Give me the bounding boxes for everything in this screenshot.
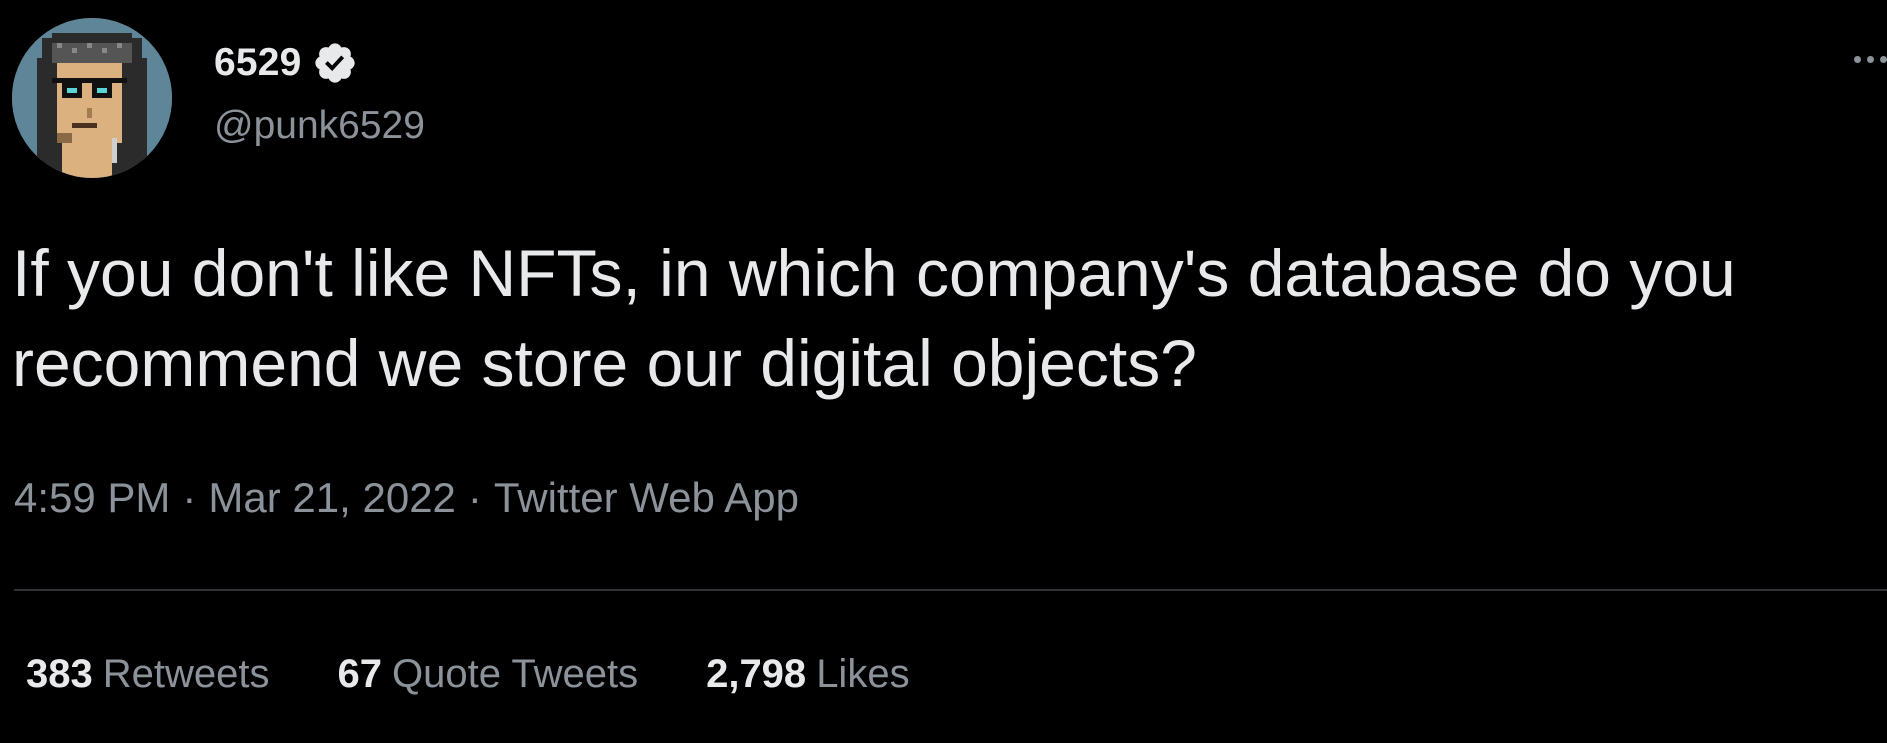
meta-separator: ·	[467, 474, 482, 521]
avatar[interactable]	[12, 18, 172, 178]
author-name-row: 6529	[214, 38, 358, 88]
more-dot	[1880, 55, 1887, 63]
tweet-source[interactable]: Twitter Web App	[494, 474, 799, 521]
tweet-time[interactable]: 4:59 PM	[14, 474, 170, 521]
likes-count: 2,798	[706, 652, 807, 696]
retweets-count: 383	[26, 652, 93, 696]
quote-tweets-stat[interactable]: 67 Quote Tweets	[338, 652, 639, 697]
retweets-stat[interactable]: 383 Retweets	[26, 652, 270, 697]
retweets-label: Retweets	[102, 652, 270, 696]
quote-tweets-label: Quote Tweets	[392, 652, 639, 696]
more-options-icon[interactable]	[1827, 44, 1887, 74]
meta-separator: ·	[182, 474, 197, 521]
verified-badge-icon	[312, 40, 358, 86]
tweet-date[interactable]: Mar 21, 2022	[208, 474, 456, 521]
quote-tweets-count: 67	[337, 652, 383, 696]
tweet-stats: 383 Retweets 67 Quote Tweets 2,798 Likes	[26, 652, 910, 697]
tweet-card: 6529 @punk6529 If you don't like NFTs, i…	[0, 0, 1887, 743]
author-handle[interactable]: @punk6529	[214, 104, 425, 148]
more-dot	[1854, 55, 1861, 63]
likes-label: Likes	[816, 652, 910, 696]
tweet-text: If you don't like NFTs, in which company…	[12, 236, 1755, 400]
tweet-meta: 4:59 PM · Mar 21, 2022 · Twitter Web App	[14, 474, 799, 522]
author-display-name[interactable]: 6529	[214, 41, 302, 85]
likes-stat[interactable]: 2,798 Likes	[706, 652, 910, 697]
more-dot	[1867, 55, 1874, 63]
pixel-punk-avatar-icon	[12, 18, 172, 178]
divider	[14, 589, 1887, 591]
